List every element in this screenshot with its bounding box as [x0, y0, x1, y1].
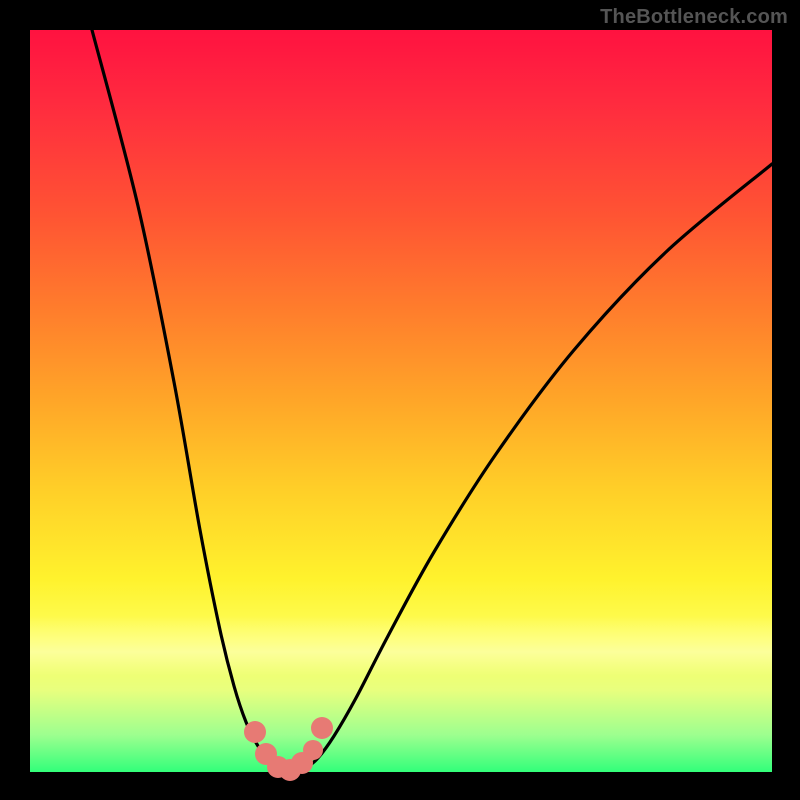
curve-marker	[244, 721, 266, 743]
watermark-text: TheBottleneck.com	[600, 6, 788, 29]
chart-frame: TheBottleneck.com	[0, 0, 800, 800]
bottleneck-curve	[92, 30, 772, 772]
curve-markers	[244, 717, 333, 781]
curve-marker	[311, 717, 333, 739]
curve-marker	[303, 740, 323, 760]
curve-layer	[30, 30, 772, 772]
plot-area	[30, 30, 772, 772]
